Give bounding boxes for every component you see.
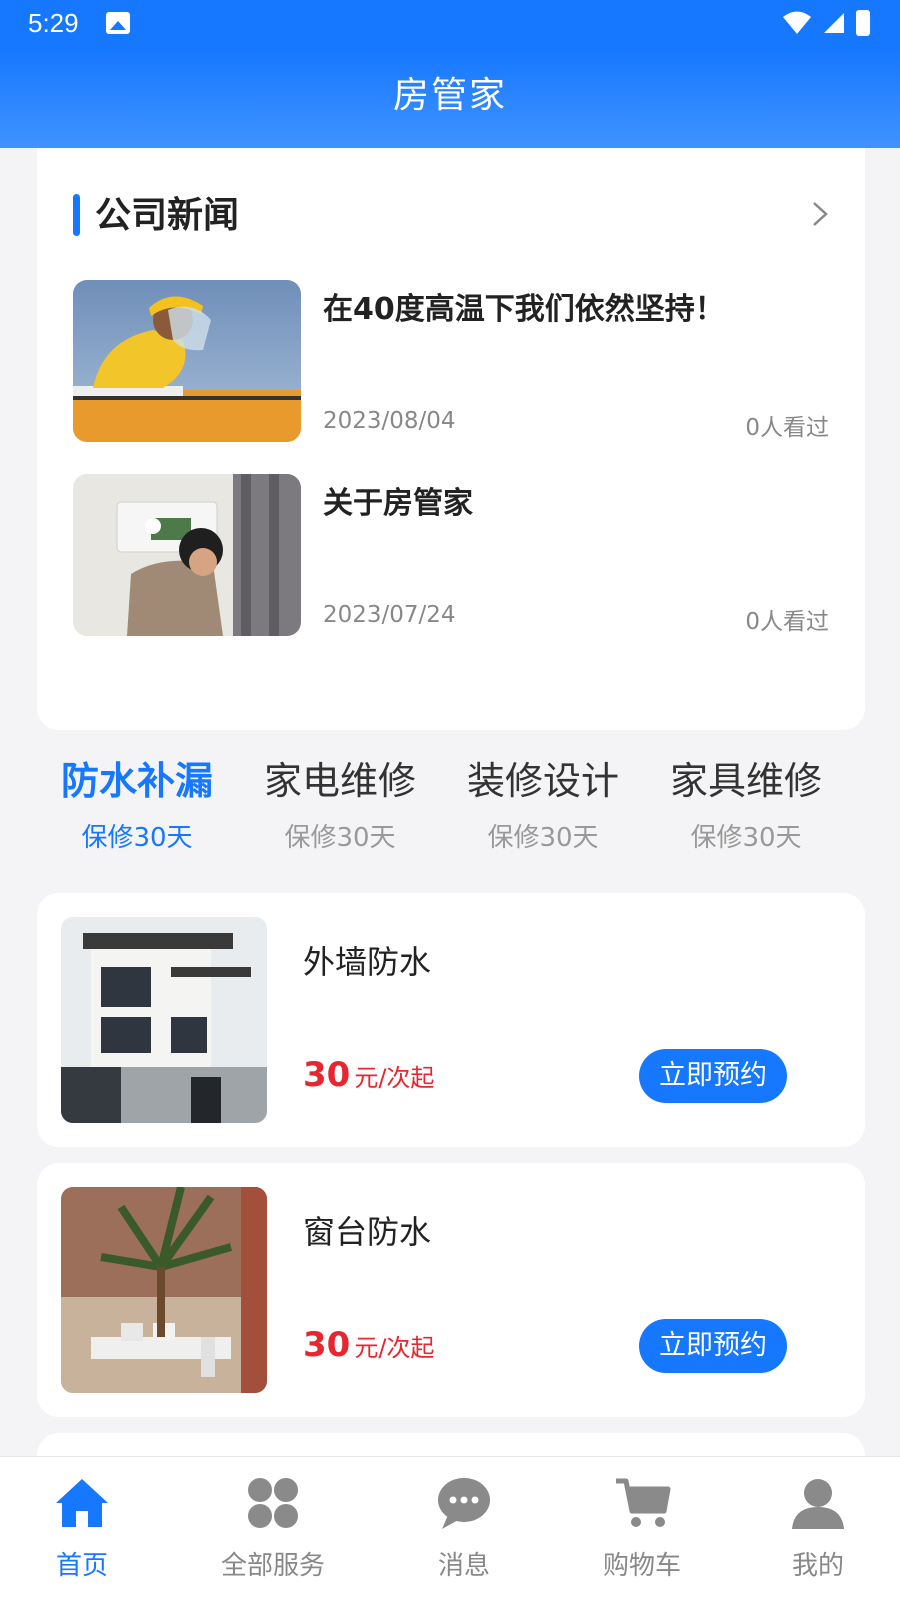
news-item-date: 2023/07/24 [323, 602, 456, 628]
news-thumbnail [73, 474, 301, 636]
app-bar: 房管家 [0, 48, 900, 148]
battery-icon [856, 10, 870, 36]
tab-home[interactable]: 首页 [2, 1457, 162, 1601]
category-subtitle: 保修30天 [690, 823, 802, 853]
chevron-right-icon[interactable] [811, 200, 829, 228]
cart-icon [616, 1478, 671, 1527]
news-thumbnail [73, 280, 301, 442]
category-name: 装修设计 [466, 759, 619, 803]
tab-label: 全部服务 [220, 1551, 325, 1581]
category-tab-renovation-design[interactable]: 装修设计 保修30天 [443, 755, 643, 854]
product-price: 30 元/次起 [303, 1325, 434, 1365]
news-item-views: 0人看过 [745, 415, 829, 441]
book-now-button[interactable]: 立即预约 [639, 1049, 787, 1103]
product-image [61, 1187, 267, 1393]
category-tab-waterproofing[interactable]: 防水补漏 保修30天 [37, 755, 237, 854]
section-title: 公司新闻 [95, 195, 240, 236]
app-title: 房管家 [392, 75, 507, 116]
category-name: 家具维修 [669, 759, 822, 803]
price-value: 30 [303, 1325, 351, 1365]
category-subtitle: 保修30天 [81, 823, 193, 853]
news-item-title: 在40度高温下我们依然坚持！ [323, 292, 725, 327]
category-subtitle: 保修30天 [284, 823, 396, 853]
price-unit: 元/次起 [354, 1064, 435, 1092]
tab-label: 我的 [791, 1551, 844, 1581]
chat-icon [438, 1478, 490, 1529]
product-name: 外墙防水 [303, 943, 432, 981]
category-tab-appliance-repair[interactable]: 家电维修 保修30天 [240, 755, 440, 854]
category-name: 家电维修 [263, 759, 416, 803]
user-icon [792, 1479, 844, 1529]
tab-label: 购物车 [602, 1551, 681, 1581]
book-now-button[interactable]: 立即预约 [639, 1319, 787, 1373]
category-subtitle: 保修30天 [487, 823, 599, 853]
grid-icon [248, 1478, 298, 1528]
category-tabs: 防水补漏 保修30天 家电维修 保修30天 装修设计 保修30天 家具维修 保修… [37, 755, 865, 865]
category-name: 防水补漏 [60, 759, 213, 803]
status-time: 5:29 [28, 8, 79, 38]
product-image [61, 917, 267, 1123]
price-value: 30 [303, 1055, 351, 1095]
product-card[interactable]: 外墙防水 30 元/次起 立即预约 [37, 893, 865, 1147]
status-bar: 5:29 [0, 0, 900, 48]
news-item[interactable]: 关于房管家 2023/07/24 0人看过 [73, 474, 829, 636]
news-item-views: 0人看过 [745, 609, 829, 635]
product-card[interactable]: 窗台防水 30 元/次起 立即预约 [37, 1163, 865, 1417]
news-header[interactable]: 公司新闻 [73, 188, 829, 238]
tab-label: 首页 [55, 1551, 108, 1581]
tab-cart[interactable]: 购物车 [562, 1457, 722, 1601]
image-notification-icon [106, 12, 130, 34]
product-name: 窗台防水 [303, 1213, 432, 1251]
company-news-card: 公司新闻 在40度高温下我们依然坚持！ 2023/08/04 0人看过 关于房管… [37, 148, 865, 730]
tab-profile[interactable]: 我的 [738, 1457, 898, 1601]
news-item-date: 2023/08/04 [323, 408, 456, 434]
signal-icon [824, 13, 844, 33]
section-accent-bar [73, 194, 80, 236]
tab-messages[interactable]: 消息 [384, 1457, 544, 1601]
status-icons [782, 10, 870, 36]
home-icon [56, 1479, 108, 1527]
product-price: 30 元/次起 [303, 1055, 434, 1095]
price-unit: 元/次起 [354, 1334, 435, 1362]
news-item-title: 关于房管家 [323, 486, 473, 521]
tab-all-services[interactable]: 全部服务 [193, 1457, 353, 1601]
category-tab-furniture-repair[interactable]: 家具维修 保修30天 [646, 755, 846, 854]
news-item[interactable]: 在40度高温下我们依然坚持！ 2023/08/04 0人看过 [73, 280, 829, 442]
wifi-icon [783, 11, 811, 34]
bottom-tab-bar: 首页 全部服务 消息 购物车 我的 [0, 1456, 900, 1601]
tab-label: 消息 [437, 1551, 490, 1581]
